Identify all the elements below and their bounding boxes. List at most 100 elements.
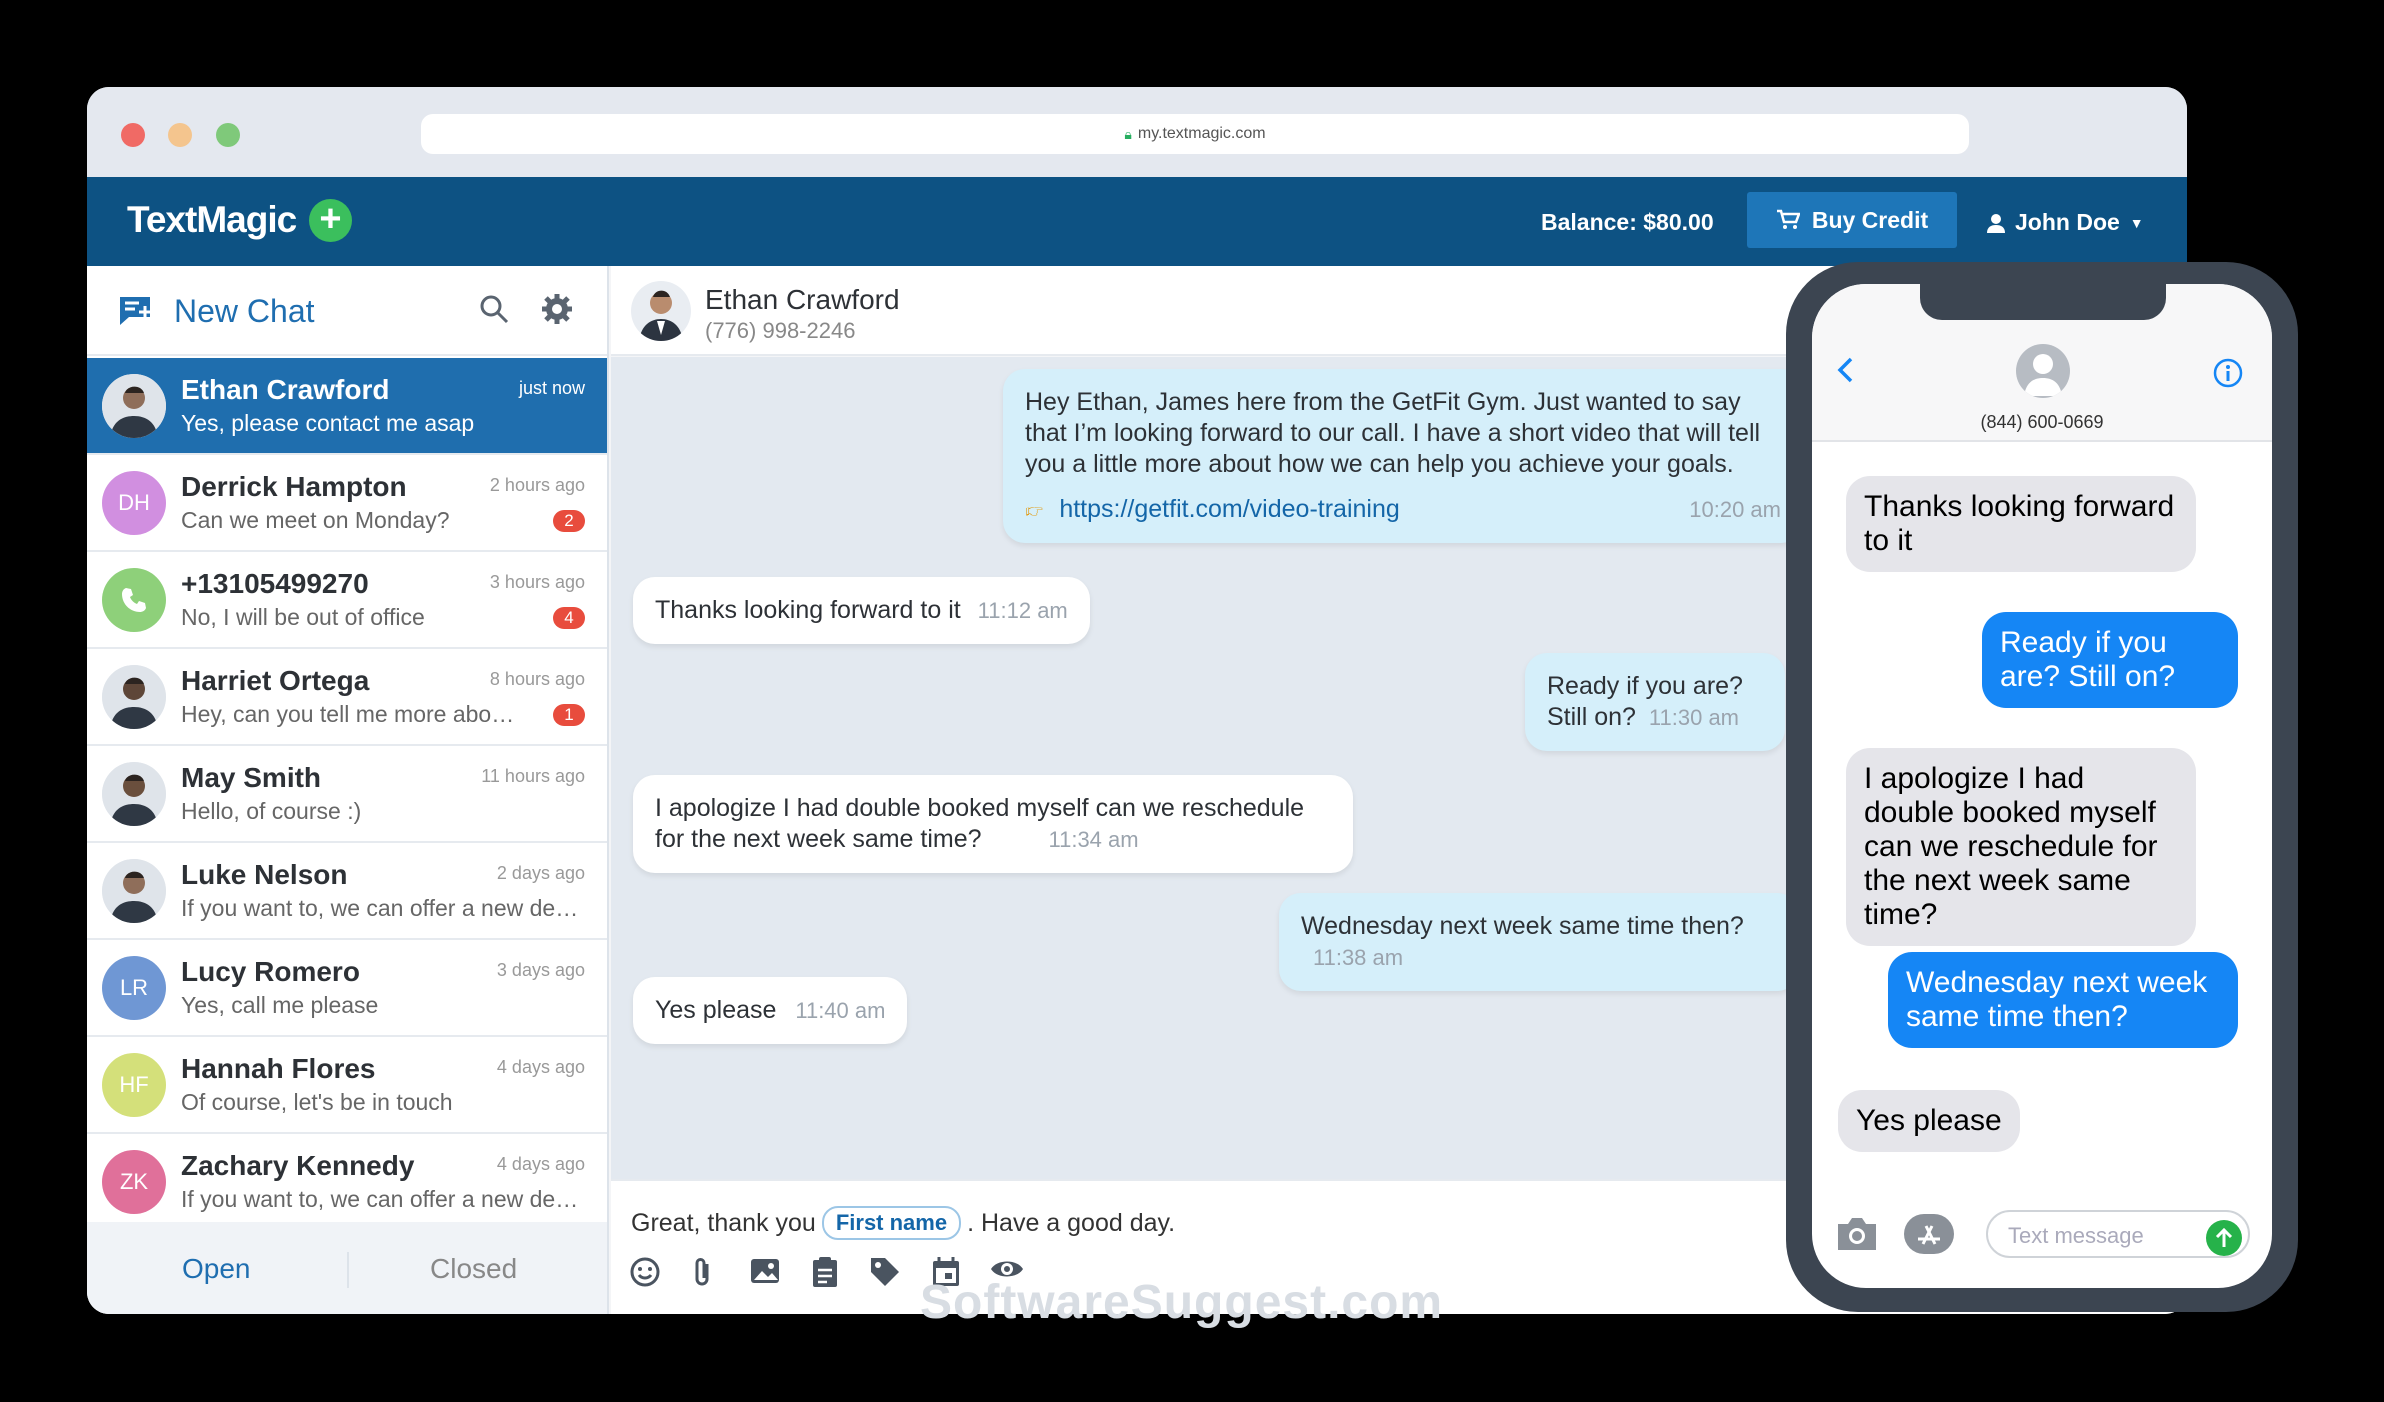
send-icon[interactable] [2206,1220,2242,1256]
phone-message-outgoing: Ready if you are? Still on? [1982,612,2238,708]
phone-mockup: (844) 600-0669 Thanks looking forward to… [1786,262,2298,1312]
template-icon[interactable] [811,1256,839,1288]
contact-photo [102,665,166,729]
conversation-item[interactable]: May Smith Hello, of course :) 11 hours ago [87,746,607,843]
chat-contact-phone: (776) 998-2246 [705,318,856,343]
conversation-preview: Hey, can you tell me more abo… [181,701,515,727]
cart-icon [1776,209,1800,229]
contact-photo [102,859,166,923]
conversation-time: 8 hours ago [489,669,585,689]
plus-icon[interactable]: + [309,199,352,242]
unread-badge: 1 [553,704,585,726]
message-link[interactable]: https://getfit.com/video-training [1059,494,1399,525]
conversation-time: 2 days ago [496,863,585,883]
tag-icon[interactable] [869,1256,901,1288]
message-text: Thanks looking forward to it [655,596,961,624]
conversation-preview: Yes, call me please [181,992,379,1018]
pointing-hand-icon: 👉︎ [1025,495,1044,523]
message-bubble-incoming: Thanks looking forward to it 11:12 am [633,577,1090,644]
message-text: Wednesday next week same time then? [1301,912,1744,940]
watermark: SoftwareSuggest.com [920,1276,1444,1329]
url-text: my.textmagic.com [1137,125,1266,142]
info-icon[interactable] [2212,357,2244,389]
chat-contact-name: Ethan Crawford [705,284,900,315]
conversation-item[interactable]: LR Lucy Romero Yes, call me please 3 days a… [87,940,607,1037]
unread-badge: 4 [553,607,585,629]
contact-photo [102,762,166,826]
tab-divider [347,1252,349,1288]
emoji-icon[interactable] [629,1256,661,1288]
conversation-name: Harriet Ortega [181,665,370,696]
conversation-name: Luke Nelson [181,859,348,890]
message-input[interactable]: Great, thank you First name . Have a goo… [631,1206,1175,1240]
conversation-item[interactable]: ZK Zachary Kennedy If you want to, we can … [87,1134,607,1231]
conversation-name: Lucy Romero [181,956,360,987]
user-icon [1987,213,2005,233]
conversation-item[interactable]: Ethan Crawford Yes, please contact me asa… [87,358,607,455]
app-header: TextMagic + Balance: $80.00 Buy Credit J… [87,177,2187,266]
search-icon[interactable] [479,294,509,324]
conversation-preview: If you want to, we can offer a new de… [181,895,579,921]
camera-icon[interactable] [1834,1216,1880,1252]
conversation-preview: If you want to, we can offer a new de… [181,1186,579,1212]
avatar [102,665,166,729]
user-menu[interactable]: John Doe ▼ [1987,209,2144,236]
conversation-item[interactable]: Luke Nelson If you want to, we can offer … [87,843,607,940]
app-store-icon[interactable] [1904,1214,1954,1254]
composer-text-after: . Have a good day. [967,1208,1176,1237]
first-name-tag[interactable]: First name [821,1206,962,1240]
message-time: 11:12 am [977,598,1068,623]
conversation-preview: Can we meet on Monday? [181,507,450,533]
message-time: 11:38 am [1313,945,1404,970]
conversation-name: Hannah Flores [181,1053,376,1084]
conversation-name: Derrick Hampton [181,471,407,502]
phone-message-incoming: Thanks looking forward to it [1846,476,2196,572]
back-chevron-icon[interactable] [1836,356,1854,384]
avatar [102,762,166,826]
maximize-window-button[interactable] [216,123,240,147]
conversation-time: 4 days ago [496,1154,585,1174]
address-bar[interactable]: 🔒︎ my.textmagic.com [421,114,1969,154]
phone-text-input[interactable]: Text message [1986,1210,2250,1258]
conversation-item[interactable]: DH Derrick Hampton Can we meet on Monday? 2… [87,455,607,552]
message-text: Yes please [655,996,777,1024]
phone-input-placeholder: Text message [2008,1223,2144,1248]
close-window-button[interactable] [121,123,145,147]
conversation-time: 3 hours ago [489,572,585,592]
gear-icon[interactable] [541,293,573,325]
composer-text-before: Great, thank you [631,1208,816,1237]
phone-icon [122,588,146,612]
sidebar-toolbar: New Chat [87,266,607,356]
tab-open[interactable]: Open [182,1253,251,1285]
conversation-time: 2 hours ago [489,475,585,495]
avatar [102,859,166,923]
avatar-initials: ZK [119,1169,149,1194]
browser-chrome: 🔒︎ my.textmagic.com [87,87,2187,177]
minimize-window-button[interactable] [168,123,192,147]
lock-icon: 🔒︎ [1124,125,1132,142]
buy-credit-button[interactable]: Buy Credit [1747,192,1957,248]
phone-message-outgoing: Wednesday next week same time then? [1888,952,2238,1048]
message-time: 10:20 am [1689,497,1781,522]
conversation-time: 3 days ago [496,960,585,980]
new-chat-icon[interactable] [117,294,155,328]
new-chat-button[interactable]: New Chat [174,293,315,330]
phone-message-incoming: I apologize I had double booked myself c… [1846,748,2196,946]
message-time: 11:40 am [795,998,886,1023]
avatar-initials: LR [119,975,149,1000]
conversation-time: 4 days ago [496,1057,585,1077]
logo[interactable]: TextMagic [127,199,297,241]
attachment-icon[interactable] [691,1256,715,1288]
conversation-tabs: Open Closed [87,1222,607,1314]
message-text: Hey Ethan, James here from the GetFit Gy… [1025,388,1761,478]
buy-credit-label: Buy Credit [1811,206,1929,233]
conversation-item[interactable]: HF Hannah Flores Of course, let's be in to… [87,1037,607,1134]
avatar[interactable] [631,281,691,341]
message-time: 11:30 am [1648,705,1740,730]
conversation-item[interactable]: Harriet Ortega Hey, can you tell me more … [87,649,607,746]
image-icon[interactable] [749,1256,781,1286]
avatar [102,374,166,438]
conversation-item[interactable]: +13105499270 No, I will be out of office 3… [87,552,607,649]
tab-closed[interactable]: Closed [430,1253,517,1285]
conversation-sidebar: New Chat Ethan Crawford Yes, please conta… [87,266,609,1314]
